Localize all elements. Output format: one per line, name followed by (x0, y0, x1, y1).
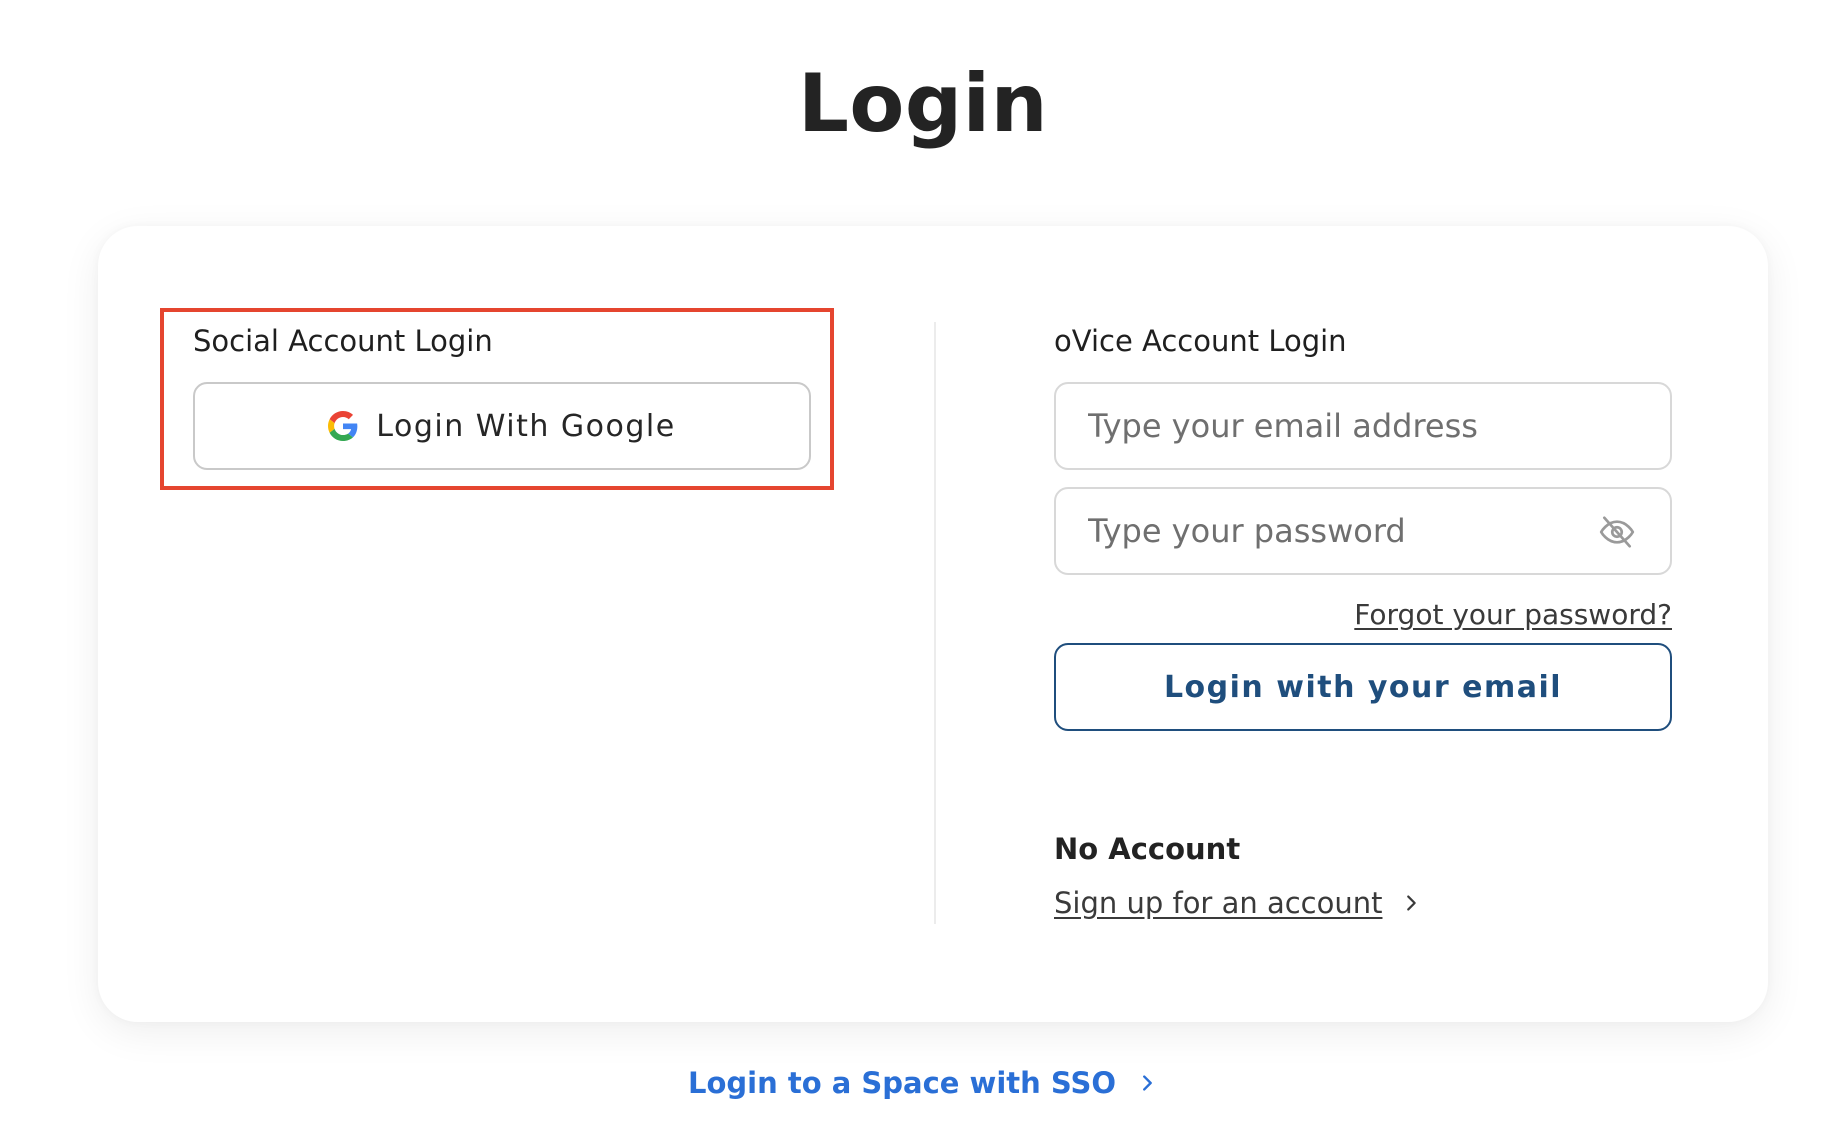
email-field-container (1054, 382, 1672, 470)
sso-row[interactable]: Login to a Space with SSO (0, 1066, 1846, 1100)
no-account-label: No Account (1054, 832, 1241, 866)
column-divider (934, 322, 936, 924)
social-login-label: Social Account Login (193, 324, 493, 358)
sso-login-link[interactable]: Login to a Space with SSO (688, 1066, 1116, 1100)
password-field-container (1054, 487, 1672, 575)
eye-slash-icon[interactable] (1598, 513, 1636, 551)
login-with-email-button[interactable]: Login with your email (1054, 643, 1672, 731)
page-title: Login (797, 57, 1049, 150)
signup-link[interactable]: Sign up for an account (1054, 886, 1382, 920)
chevron-right-icon (1407, 895, 1417, 911)
google-g-icon (328, 411, 358, 441)
login-with-google-button[interactable]: Login With Google (193, 382, 811, 470)
forgot-password-link[interactable]: Forgot your password? (1354, 598, 1672, 631)
ovice-login-label: oVice Account Login (1054, 324, 1347, 358)
google-button-label: Login With Google (376, 408, 676, 444)
chevron-right-icon (1143, 1075, 1152, 1091)
signup-row[interactable]: Sign up for an account (1054, 886, 1422, 920)
email-input[interactable] (1056, 384, 1670, 468)
password-input[interactable] (1056, 489, 1670, 573)
